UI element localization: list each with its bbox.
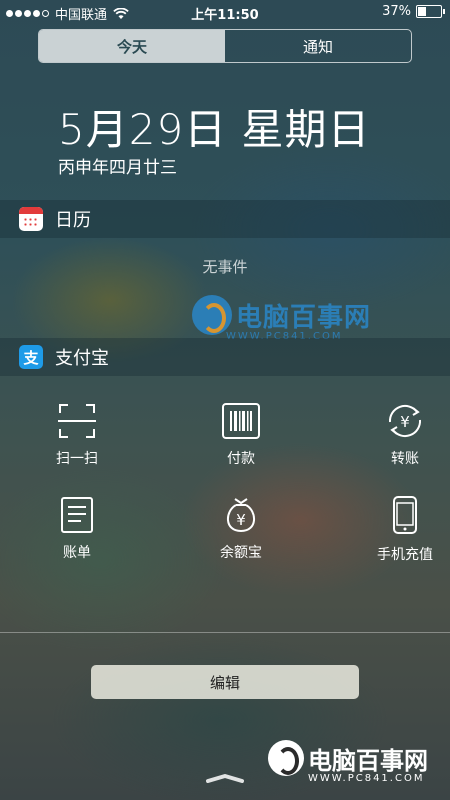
shortcut-label: 手机充值 [377, 547, 433, 563]
status-bar-right: 37% [382, 4, 445, 19]
shortcut-transfer[interactable]: ¥ 转账 [355, 402, 450, 468]
date-heading: 5月29日 星期日 [58, 105, 371, 154]
phone-icon [393, 496, 417, 534]
barcode-icon [222, 403, 260, 439]
tab-notifications[interactable]: 通知 [225, 30, 411, 62]
watermark-url-bottom: WWW.PC841.COM [308, 773, 425, 784]
alipay-widget-header[interactable]: 支 支付宝 [0, 338, 450, 376]
shortcut-bill[interactable]: 账单 [27, 496, 127, 562]
edit-button[interactable]: 编辑 [91, 665, 359, 699]
shortcut-label: 账单 [63, 545, 91, 561]
shortcut-label: 余额宝 [220, 545, 262, 561]
grabber-handle-icon[interactable] [205, 772, 245, 784]
shortcut-phone-topup[interactable]: 手机充值 [355, 496, 450, 564]
today-notifications-segmented-control: 今天 通知 [38, 29, 412, 63]
divider [0, 632, 450, 633]
lunar-date: 丙申年四月廿三 [58, 158, 177, 178]
watermark-logo-bottom: 电脑百事网 [268, 740, 428, 776]
svg-text:¥: ¥ [236, 511, 246, 529]
tab-today[interactable]: 今天 [39, 30, 225, 62]
watermark-logo-icon [268, 740, 304, 776]
no-events-text: 无事件 [202, 258, 248, 276]
battery-icon [416, 5, 445, 18]
scan-icon [58, 404, 96, 438]
money-bag-icon: ¥ [227, 498, 255, 533]
shortcut-yuebao[interactable]: ¥ 余额宝 [191, 496, 291, 562]
bill-icon [61, 497, 93, 533]
shortcut-label: 扫一扫 [56, 451, 98, 467]
shortcut-label: 转账 [391, 451, 419, 467]
alipay-widget-title: 支付宝 [55, 348, 109, 369]
watermark-logo-icon [192, 295, 232, 335]
calendar-icon [19, 207, 43, 231]
watermark-logo: 电脑百事网 [192, 295, 371, 335]
shortcut-label: 付款 [227, 451, 255, 467]
transfer-icon: ¥ [388, 404, 422, 438]
battery-percent: 37% [382, 4, 411, 19]
calendar-widget-header[interactable]: 日历 [0, 200, 450, 238]
alipay-icon: 支 [19, 345, 43, 369]
watermark-brand-bottom: 电脑百事网 [308, 746, 428, 775]
shortcut-pay[interactable]: 付款 [191, 402, 291, 468]
shortcut-scan[interactable]: 扫一扫 [27, 402, 127, 468]
status-bar: 中国联通 上午11:50 37% [0, 0, 450, 24]
calendar-widget-title: 日历 [55, 210, 91, 231]
watermark-brand: 电脑百事网 [236, 302, 372, 333]
svg-text:¥: ¥ [400, 413, 410, 431]
